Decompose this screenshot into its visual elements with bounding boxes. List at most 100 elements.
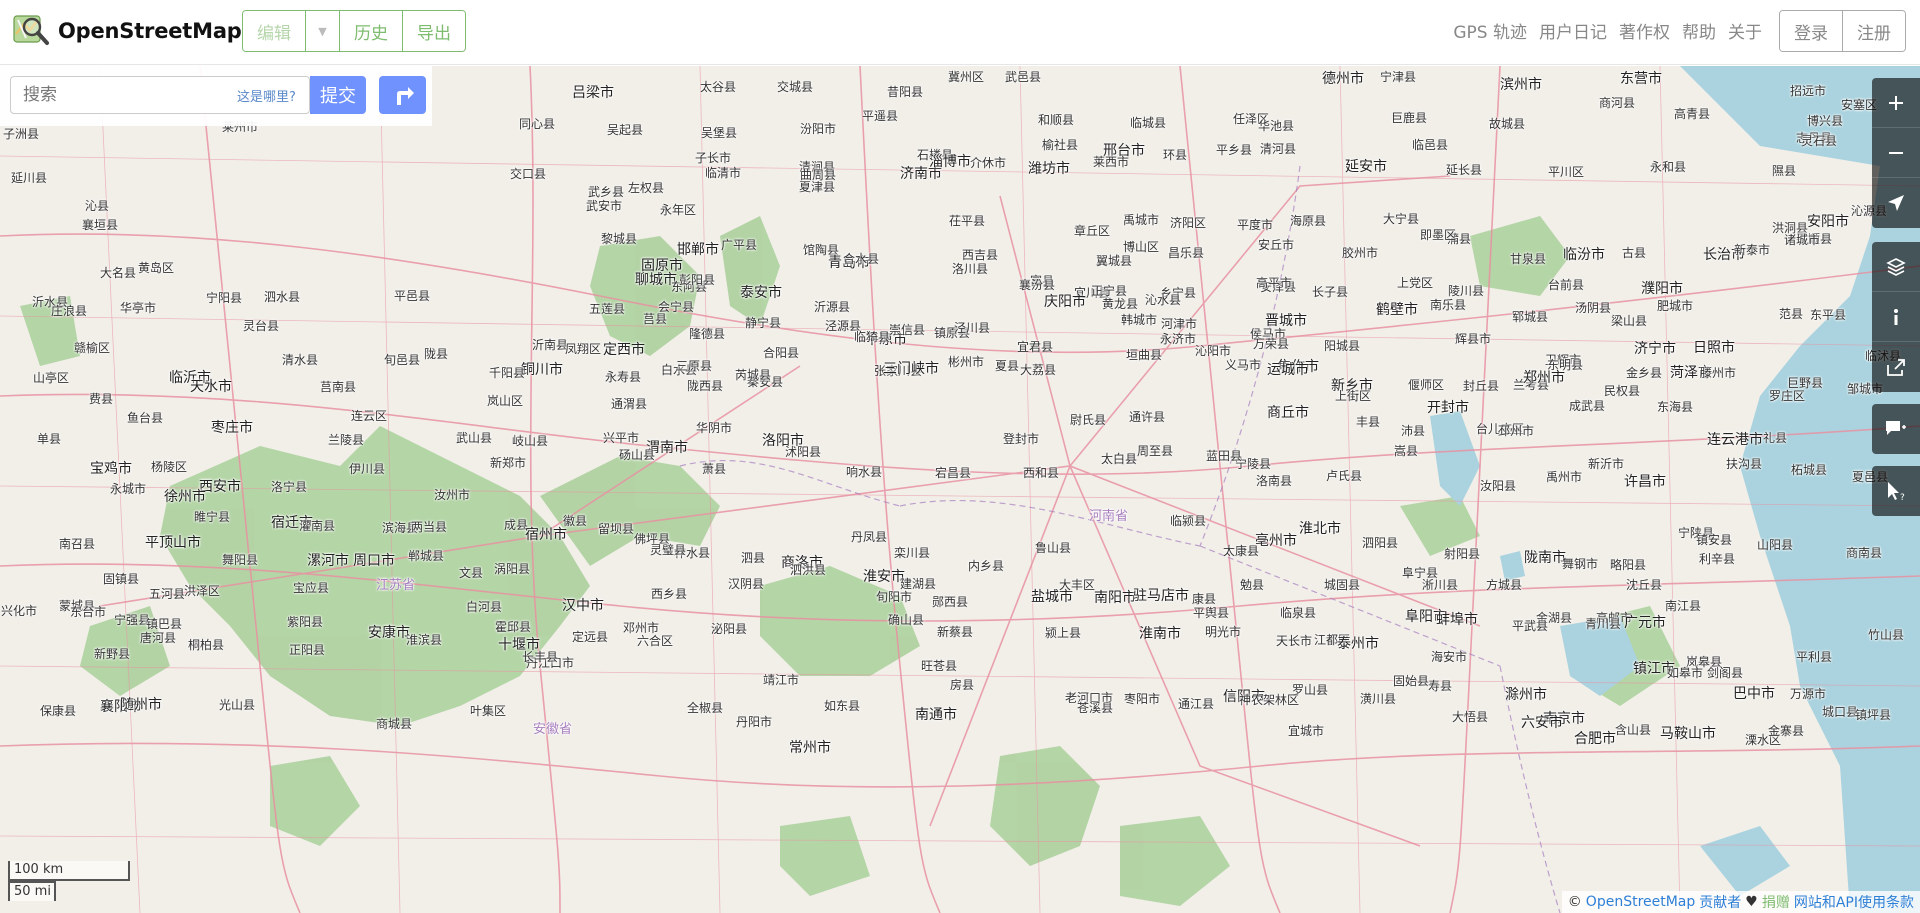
map-label-county: 文县 (459, 566, 484, 580)
map-label-city: 郑州市 (1523, 370, 1565, 386)
map-label-county: 万荣县 (1253, 337, 1290, 351)
map-label-county: 灵石县 (1801, 134, 1838, 148)
nav-copyright[interactable]: 著作权 (1619, 18, 1670, 43)
map-label-county: 方城县 (1486, 578, 1523, 592)
map-label-county: 新沂市 (1588, 457, 1625, 471)
share-button[interactable] (1872, 342, 1920, 392)
map-label-city: 固原市 (641, 258, 683, 274)
map-label-county: 桐柏县 (188, 638, 225, 652)
map-label-city: 广元市 (1624, 615, 1666, 631)
map-label-county: 黎城县 (601, 232, 638, 246)
map-label-county: 房县 (950, 678, 975, 692)
map-label-county: 沁水县 (1145, 293, 1182, 307)
map-label-county: 淅川县 (1422, 578, 1459, 592)
map-label-city: 六安市 (1521, 715, 1563, 731)
map-label-county: 商城县 (376, 717, 413, 731)
map-label-county: 费县 (89, 392, 114, 406)
nav-user-diaries[interactable]: 用户日记 (1539, 18, 1607, 43)
map-label-county: 陇县 (424, 347, 449, 361)
map-label-county: 安丘市 (1258, 238, 1295, 252)
map-label-county: 榆社县 (1042, 138, 1079, 152)
zoom-in-button[interactable] (1872, 78, 1920, 128)
map-label-city: 安阳市 (1807, 214, 1849, 230)
signup-button[interactable]: 注册 (1843, 11, 1905, 51)
map-label-county: 凤翔区 (565, 342, 602, 356)
terms-link[interactable]: 网站和API使用条款 (1794, 892, 1914, 912)
map-label-county: 平利县 (1796, 650, 1833, 664)
where-is-this-link[interactable]: 这是哪里? (237, 86, 296, 105)
tab-export[interactable]: 导出 (403, 11, 465, 51)
map-label-county: 鲁山县 (1035, 541, 1072, 555)
zoom-out-button[interactable] (1872, 128, 1920, 178)
login-button[interactable]: 登录 (1780, 11, 1843, 51)
map-label-county: 兰陵县 (328, 433, 365, 447)
map-key-button[interactable] (1872, 292, 1920, 342)
map-label-county: 山亭区 (33, 371, 70, 385)
nav-help[interactable]: 帮助 (1682, 18, 1716, 43)
osm-logo-link[interactable]: OpenStreetMap (12, 12, 242, 50)
locate-icon (1888, 195, 1904, 211)
osm-contributors-link[interactable]: OpenStreetMap (1586, 894, 1695, 910)
nav-gps-traces[interactable]: GPS 轨迹 (1453, 18, 1527, 43)
map-label-county: 泗洪县 (790, 563, 827, 577)
map-label-city: 三门峡市 (883, 361, 939, 377)
layers-button[interactable] (1872, 242, 1920, 292)
map-label-county: 诸城市 (1784, 233, 1821, 247)
tab-edit[interactable]: 编辑 (243, 11, 306, 51)
map-label-county: 商南县 (1846, 546, 1883, 560)
map-label-county: 利辛县 (1699, 552, 1736, 566)
directions-button[interactable] (379, 76, 426, 114)
edit-dropdown-button[interactable]: ▼ (306, 11, 340, 51)
search-input[interactable] (11, 77, 221, 113)
map-label-county: 平舆县 (1193, 606, 1230, 620)
map-label-city: 日照市 (1693, 340, 1735, 356)
map-label-city: 滁州市 (1505, 687, 1547, 703)
map-label-county: 城口县 (1822, 705, 1859, 719)
map-canvas[interactable]: 德州市 宁津县 东营市 滨州市 招远市 吕梁市 太谷县 交城县 昔阳县 冀州区 武邑县 子洲县 吴堡县 汾… (0, 66, 1920, 913)
map-label-county: 长子县 (1312, 285, 1349, 299)
map-label-city: 庆阳市 (1044, 294, 1086, 310)
map-label-county: 昔阳县 (887, 85, 924, 99)
map-label-county: 民权县 (1604, 384, 1641, 398)
map-attribution: © OpenStreetMap 贡献者 ♥ 捐赠 网站和API使用条款 (1561, 891, 1920, 913)
contributors-link[interactable]: 贡献者 (1699, 892, 1741, 912)
map-label-county: 彭阳县 (679, 273, 716, 287)
map-label-county: 清河县 (1260, 142, 1297, 156)
map-label-county: 略阳县 (1610, 558, 1647, 572)
map-label-county: 海原县 (1290, 214, 1327, 228)
nav-about[interactable]: 关于 (1728, 18, 1762, 43)
map-label-city: 巴中市 (1733, 686, 1775, 702)
tab-history[interactable]: 历史 (340, 11, 403, 51)
map-label-county: 万源市 (1790, 687, 1827, 701)
donate-link[interactable]: 捐赠 (1762, 892, 1790, 912)
map-label-county: 范县 (1779, 307, 1804, 321)
map-label-county: 平邑县 (394, 289, 431, 303)
locate-button[interactable] (1872, 178, 1920, 228)
map-label-county: 苍溪县 (1077, 701, 1114, 715)
map-label-county: 两当县 (411, 520, 448, 534)
map-label-county: 沁县 (85, 199, 110, 213)
map-label-city: 周口市 (353, 553, 395, 569)
map-label-county: 洛宁县 (271, 480, 308, 494)
map-label-county: 丹阳市 (736, 715, 773, 729)
add-note-button[interactable] (1872, 404, 1920, 454)
map-label-county: 舞阳县 (222, 553, 259, 567)
heart-icon: ♥ (1745, 894, 1758, 910)
map-label-county: 青川县 (1585, 617, 1622, 631)
map-label-county: 唐河县 (140, 631, 177, 645)
map-label-county: 丰县 (1356, 415, 1381, 429)
map-label-county: 永济市 (1160, 332, 1197, 346)
map-label-county: 华阴市 (696, 421, 733, 435)
map-label-county: 灌南县 (299, 519, 336, 533)
map-label-county: 邳州市 (1498, 424, 1535, 438)
search-submit-button[interactable]: 提交 (310, 76, 366, 114)
query-features-button[interactable]: ? (1872, 466, 1920, 516)
map-label-county: 垣曲县 (1126, 348, 1163, 362)
map-label-county: 环县 (1163, 148, 1188, 162)
map-label-county: 洛南县 (1256, 474, 1293, 488)
map-label-county: 勉县 (1240, 578, 1265, 592)
map-label-county: 长丰县 (522, 650, 559, 664)
map-label-county: 尉氏县 (1070, 413, 1107, 427)
map-label-county: 光山县 (219, 698, 256, 712)
map-scale: 100 km 50 mi (8, 861, 130, 901)
